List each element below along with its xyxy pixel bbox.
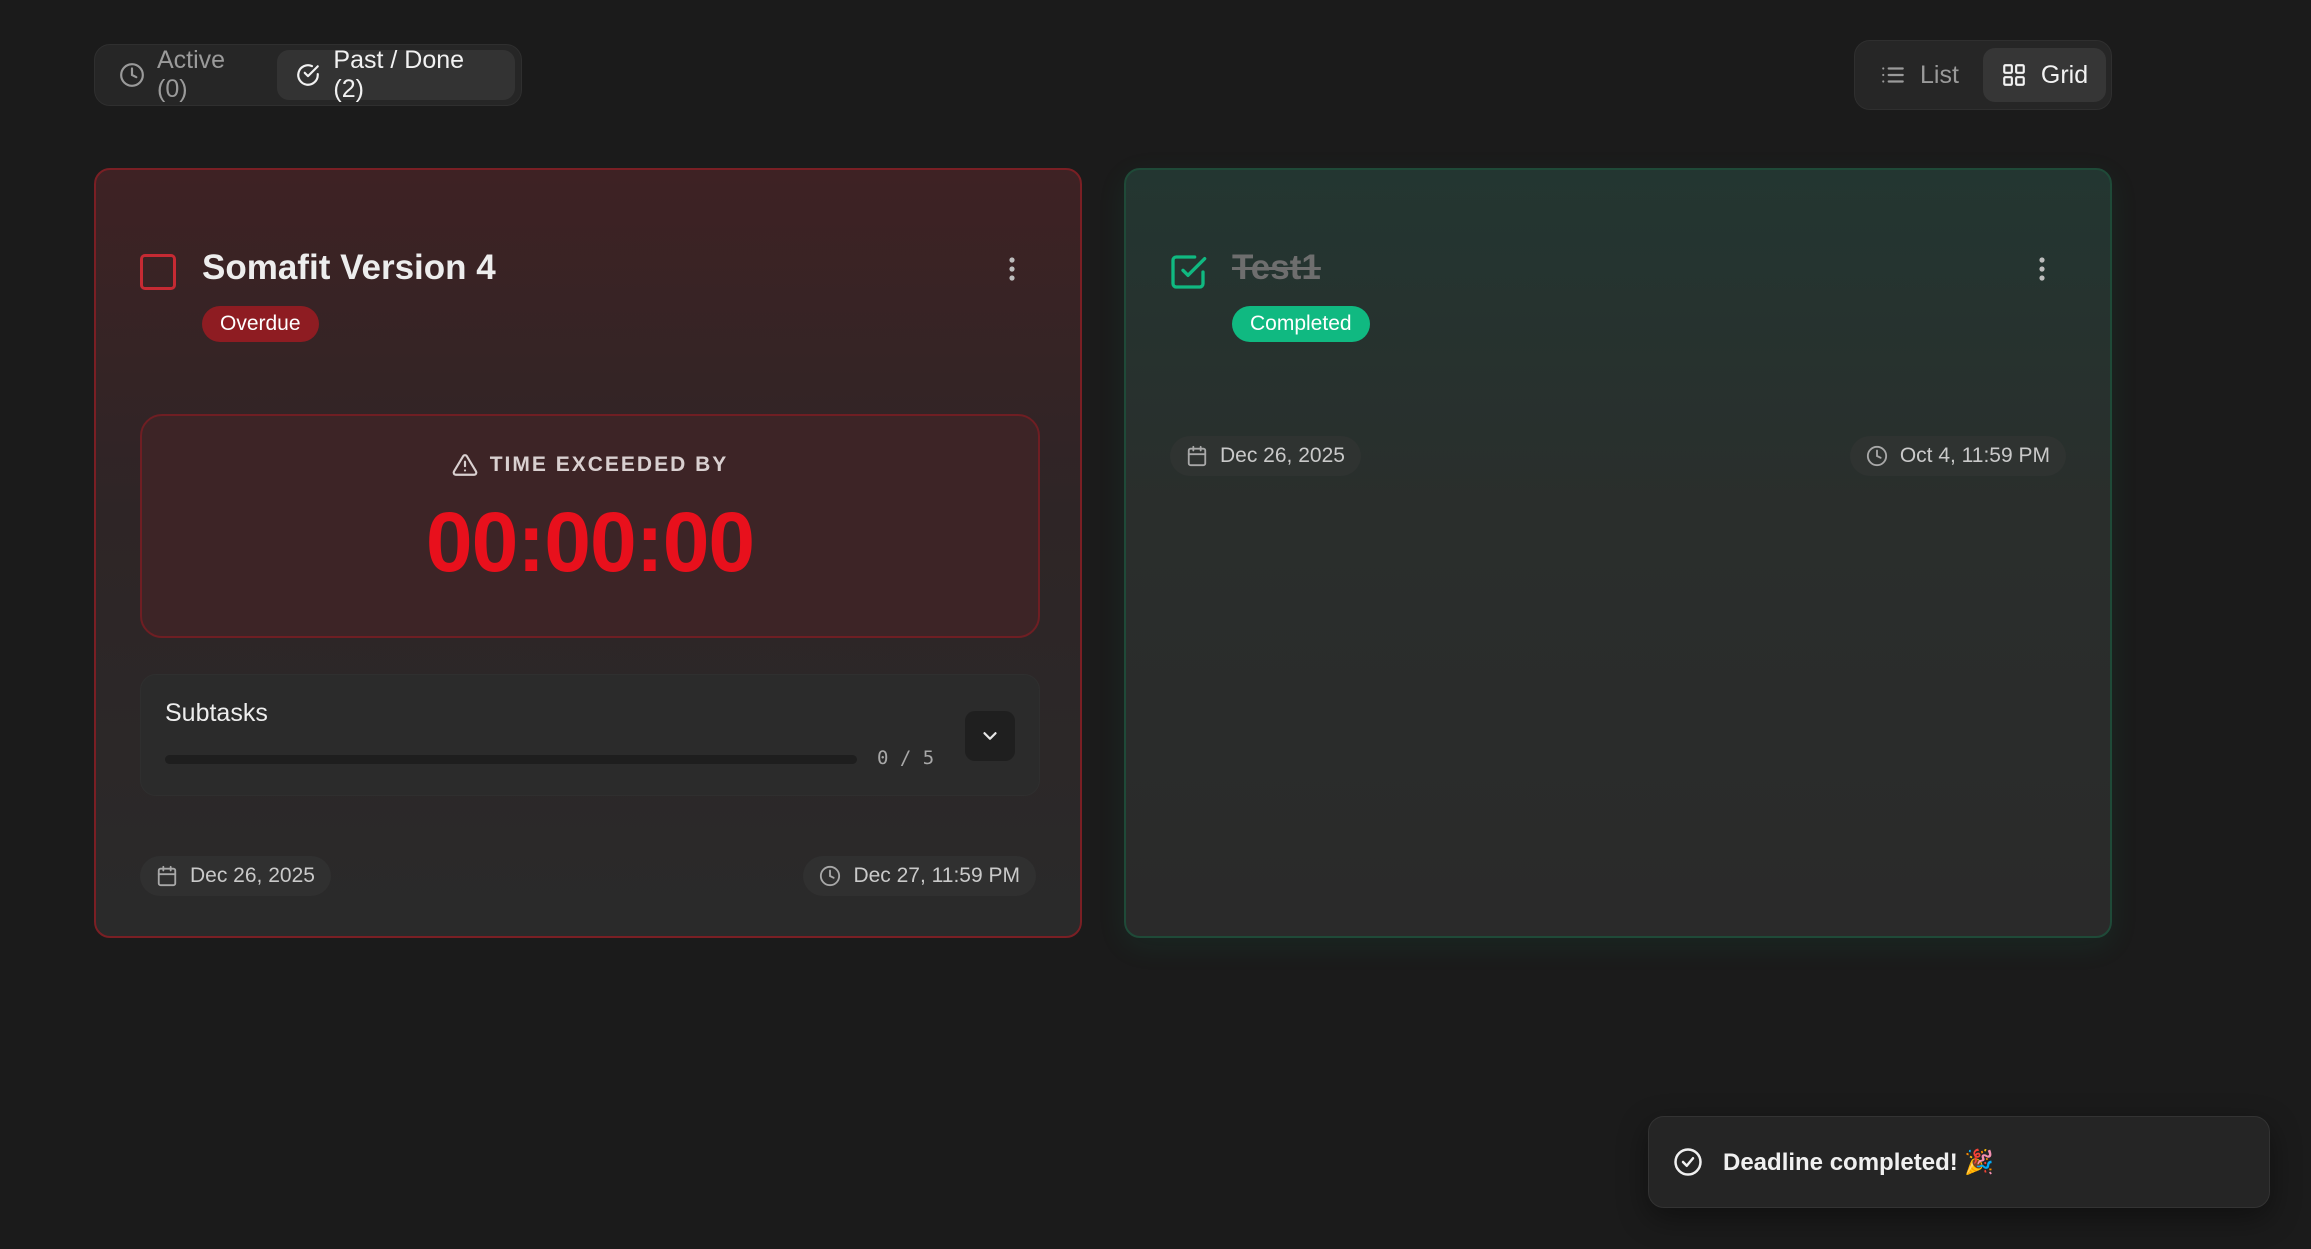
clock-icon — [119, 62, 145, 88]
grid-icon — [2001, 62, 2027, 88]
grid-view-label: Grid — [2040, 60, 2089, 89]
clock-icon — [1866, 445, 1888, 467]
clock-icon — [819, 865, 841, 887]
tab-past-done-label: Past / Done (2) — [333, 46, 465, 103]
deadline-card-completed: Test1 Completed Dec 26, 2025 Oct 4, 11:5… — [1124, 168, 2112, 938]
countdown-header: TIME EXCEEDED BY — [142, 452, 1038, 478]
more-vertical-icon[interactable] — [2030, 252, 2054, 286]
grid-view-button[interactable]: Grid — [1982, 48, 2107, 102]
subtasks-title: Subtasks — [165, 699, 268, 727]
subtasks-progress-bar — [165, 755, 857, 764]
status-badge: Completed — [1232, 306, 1370, 342]
date-text: Dec 26, 2025 — [190, 864, 315, 887]
complete-checkbox[interactable] — [140, 254, 176, 290]
alert-triangle-icon — [452, 452, 478, 478]
card-meta: Dec 26, 2025 Dec 27, 11:59 PM — [140, 856, 1036, 896]
date-chip: Dec 26, 2025 — [1170, 436, 1361, 476]
date-text: Dec 26, 2025 — [1220, 444, 1345, 467]
check-circle-icon — [1673, 1147, 1703, 1177]
calendar-icon — [156, 865, 178, 887]
list-icon — [1880, 62, 1906, 88]
subtasks-progress-count: 0 / 5 — [877, 747, 935, 769]
subtasks-section: Subtasks 0 / 5 — [140, 674, 1040, 796]
card-meta: Dec 26, 2025 Oct 4, 11:59 PM — [1170, 436, 2066, 476]
chevron-down-icon — [979, 725, 1001, 747]
date-chip: Dec 26, 2025 — [140, 856, 331, 896]
list-view-button[interactable]: List — [1862, 48, 1977, 102]
deadline-text: Dec 27, 11:59 PM — [853, 864, 1020, 887]
complete-checkbox[interactable] — [1170, 252, 1207, 292]
card-title: Test1 — [1232, 248, 1321, 287]
countdown-label: TIME EXCEEDED BY — [489, 453, 729, 476]
toast-notification: Deadline completed! 🎉 — [1648, 1116, 2270, 1208]
toast-message: Deadline completed! 🎉 — [1723, 1148, 1995, 1176]
deadline-chip: Dec 27, 11:59 PM — [803, 856, 1036, 896]
tab-active[interactable]: Active (0) — [101, 46, 277, 103]
countdown-timer: 00:00:00 — [425, 495, 755, 589]
tab-active-label: Active (0) — [157, 46, 226, 103]
list-view-label: List — [1920, 60, 1959, 89]
check-circle-icon — [295, 62, 321, 88]
view-toggle: List Grid — [1854, 40, 2112, 110]
filter-tabs: Active (0) Past / Done (2) — [94, 44, 522, 106]
tab-past-done[interactable]: Past / Done (2) — [277, 46, 515, 103]
deadline-chip: Oct 4, 11:59 PM — [1849, 436, 2066, 476]
card-title: Somafit Version 4 — [202, 248, 496, 287]
more-vertical-icon[interactable] — [1000, 252, 1024, 286]
calendar-icon — [1186, 445, 1208, 467]
deadline-card-overdue: Somafit Version 4 Overdue TIME EXCEEDED … — [94, 168, 1082, 938]
check-square-icon — [1170, 252, 1207, 292]
status-badge: Overdue — [202, 306, 319, 342]
deadline-text: Oct 4, 11:59 PM — [1899, 444, 2050, 467]
countdown-panel: TIME EXCEEDED BY 00:00:00 — [140, 414, 1040, 638]
expand-subtasks-button[interactable] — [965, 711, 1015, 761]
